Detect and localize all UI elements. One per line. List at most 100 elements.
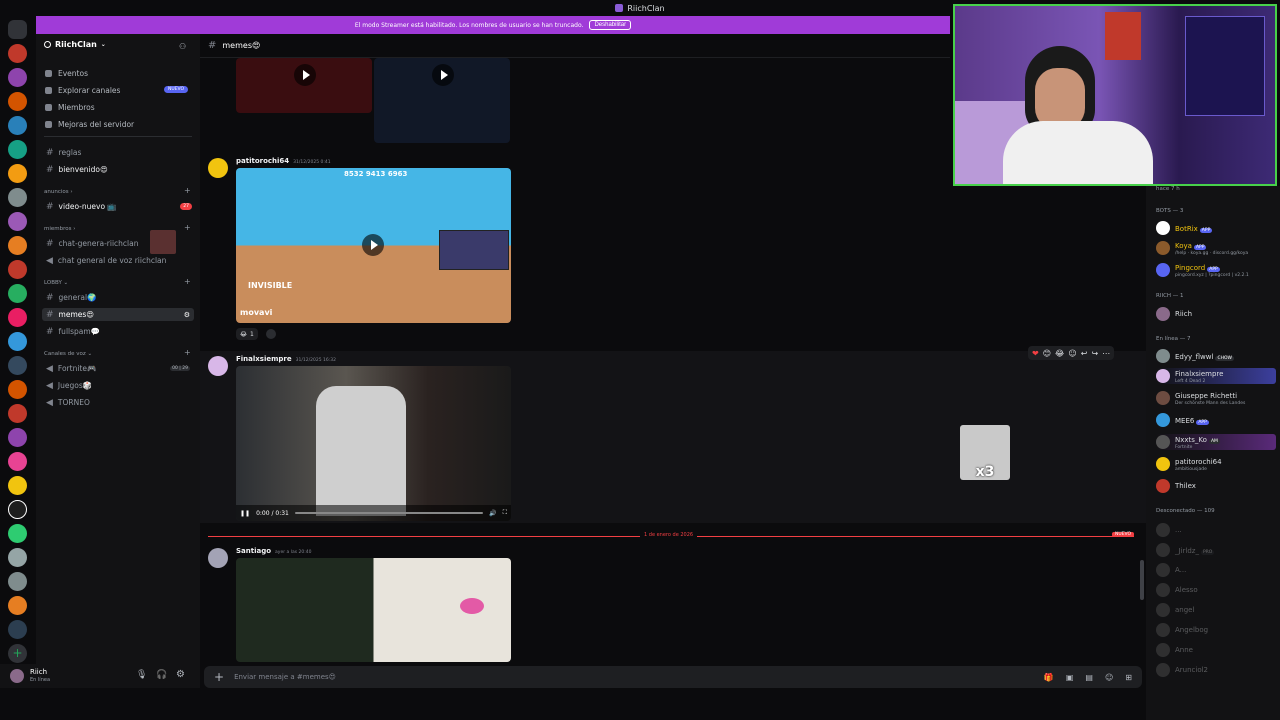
more-icon[interactable]: ⋯ <box>1102 349 1110 358</box>
channel-reglas[interactable]: # reglas <box>42 146 194 159</box>
fullscreen-icon[interactable]: ⛶ <box>503 509 507 517</box>
sticker-icon[interactable]: ▤ <box>1085 673 1093 682</box>
avatar[interactable] <box>208 356 228 376</box>
add-channel-icon[interactable]: + <box>184 186 191 195</box>
gif-icon[interactable]: ▣ <box>1066 673 1074 682</box>
home-icon[interactable] <box>8 20 27 39</box>
server-icon[interactable] <box>8 212 27 231</box>
volume-icon[interactable]: 🔊 <box>489 510 496 517</box>
add-channel-icon[interactable]: + <box>184 223 191 232</box>
server-icon[interactable] <box>8 332 27 351</box>
member-item[interactable]: Arunciol2 <box>1156 662 1276 678</box>
server-icon[interactable] <box>8 308 27 327</box>
server-icon[interactable] <box>8 116 27 135</box>
nav-events[interactable]: Eventos <box>45 69 88 78</box>
nav-server-boosts[interactable]: Mejoras del servidor <box>45 120 134 129</box>
server-icon[interactable] <box>8 524 27 543</box>
message-author[interactable]: patitorochi64 31/12/2025 0:41 <box>236 157 331 165</box>
member-item[interactable]: Pingcord APP pingcord.xyz | ?pingcord | v2… <box>1156 262 1276 278</box>
video-embed[interactable] <box>236 58 372 113</box>
server-icon[interactable] <box>8 620 27 639</box>
nav-members[interactable]: Miembros <box>45 103 95 112</box>
member-item[interactable]: MEE6 APP <box>1156 412 1276 428</box>
channel-juegos[interactable]: ◀ Juegos🎲 <box>42 379 194 392</box>
message-composer[interactable]: + Enviar mensaje a #memes😍 🎁 ▣ ▤ ☺ ⊞ <box>204 666 1142 688</box>
category-miembros[interactable]: miembros › <box>44 226 75 232</box>
member-item[interactable]: Riich <box>1156 306 1276 322</box>
nav-browse-channels[interactable]: Explorar canales <box>45 86 120 95</box>
microphone-icon[interactable]: 🎙 <box>136 670 147 680</box>
avatar[interactable] <box>10 669 24 683</box>
member-item[interactable]: Anne <box>1156 642 1276 658</box>
play-icon[interactable] <box>294 64 316 86</box>
category-lobby[interactable]: LOBBY ⌄ <box>44 280 68 286</box>
member-item[interactable]: Nxxts_Ko AM Fortnite <box>1156 434 1276 450</box>
sticker[interactable]: x3 <box>960 425 1010 480</box>
seek-bar[interactable] <box>294 512 484 514</box>
attach-icon[interactable]: + <box>214 670 224 684</box>
server-icon[interactable] <box>8 260 27 279</box>
channel-voice-general[interactable]: ◀ chat general de voz riichclan <box>42 254 194 267</box>
video-embed[interactable] <box>374 58 510 143</box>
gear-icon[interactable]: ⚙ <box>176 669 185 680</box>
reaction[interactable]: 😂 1 <box>236 328 258 340</box>
scrollbar[interactable] <box>1140 560 1144 600</box>
server-icon[interactable] <box>8 92 27 111</box>
server-icon[interactable] <box>8 428 27 447</box>
heart-emoji-icon[interactable]: ❤ <box>1032 349 1039 358</box>
emoji-icon[interactable]: ☺ <box>1105 673 1113 682</box>
pause-icon[interactable]: ❚❚ <box>240 510 250 517</box>
add-channel-icon[interactable]: + <box>184 277 191 286</box>
category-voice[interactable]: Canales de voz ⌄ <box>44 351 92 357</box>
disable-streamer-mode-button[interactable]: Deshabilitar <box>589 20 632 30</box>
member-item[interactable]: Thilex <box>1156 478 1276 494</box>
message-author[interactable]: Finalxsiempre 31/12/2025 16:32 <box>236 355 336 363</box>
channel-fortnite[interactable]: ◀ Fortnite🎮 00 | 29 <box>42 362 194 375</box>
server-icon[interactable] <box>8 500 27 519</box>
video-embed[interactable]: 8532 9413 6963 INVISIBLE movavi <box>236 168 511 323</box>
apps-icon[interactable]: ⊞ <box>1125 673 1132 682</box>
member-item[interactable]: Alesso <box>1156 582 1276 598</box>
channel-bienvenido[interactable]: # bienvenido😍 <box>42 163 194 176</box>
add-reaction-icon[interactable]: ☺ <box>1068 349 1076 358</box>
server-header[interactable]: RiichClan ⌄ <box>44 40 106 49</box>
video-player[interactable]: ❚❚ 0:00 / 0:31 🔊 ⛶ <box>236 366 511 521</box>
headphones-icon[interactable]: 🎧 <box>156 670 167 680</box>
member-item[interactable]: Giuseppe Richetti Der schönste Mann des L… <box>1156 390 1276 406</box>
member-item[interactable]: Koya APP/help · koya.gg · discord.gg/koya <box>1156 240 1276 256</box>
video-embed[interactable] <box>236 558 511 662</box>
server-icon[interactable] <box>8 452 27 471</box>
server-icon[interactable] <box>8 380 27 399</box>
server-icon[interactable] <box>8 284 27 303</box>
member-item[interactable]: Angelbog <box>1156 622 1276 638</box>
server-icon[interactable] <box>8 572 27 591</box>
member-item[interactable]: ... <box>1156 522 1276 538</box>
avatar[interactable] <box>208 158 228 178</box>
emoji-icon[interactable]: 😊 <box>1043 349 1051 358</box>
server-icon[interactable] <box>8 164 27 183</box>
member-item[interactable]: A... <box>1156 562 1276 578</box>
member-item[interactable]: BotRix APP <box>1156 220 1276 236</box>
add-channel-icon[interactable]: + <box>184 348 191 357</box>
forward-icon[interactable]: ↪ <box>1091 349 1098 358</box>
channel-torneo[interactable]: ◀ TORNEO <box>42 396 194 409</box>
member-item[interactable]: Finalxsiempre Left 4 Dead 2 <box>1156 368 1276 384</box>
emoji-icon[interactable]: 😂 <box>1055 349 1064 358</box>
member-item[interactable]: _Jirldz_ PRO <box>1156 542 1276 558</box>
server-icon[interactable] <box>8 44 27 63</box>
server-icon[interactable] <box>8 68 27 87</box>
server-icon[interactable] <box>8 476 27 495</box>
category-anuncios[interactable]: anuncios › <box>44 189 73 195</box>
channel-fullspam[interactable]: # fullspam💬 <box>42 325 194 338</box>
server-icon[interactable] <box>8 596 27 615</box>
avatar[interactable] <box>208 548 228 568</box>
invite-icon[interactable]: ⚇ <box>179 42 186 51</box>
gift-icon[interactable]: 🎁 <box>1044 673 1054 682</box>
add-server-icon[interactable]: + <box>8 644 27 663</box>
server-icon[interactable] <box>8 356 27 375</box>
server-icon[interactable] <box>8 236 27 255</box>
server-icon[interactable] <box>8 404 27 423</box>
server-icon[interactable] <box>8 548 27 567</box>
play-icon[interactable] <box>362 234 384 256</box>
member-item[interactable]: angel <box>1156 602 1276 618</box>
